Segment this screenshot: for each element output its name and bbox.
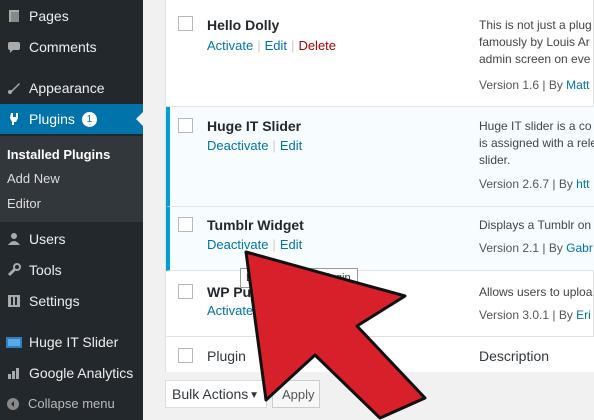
pointer-arrow-icon — [244, 250, 427, 420]
